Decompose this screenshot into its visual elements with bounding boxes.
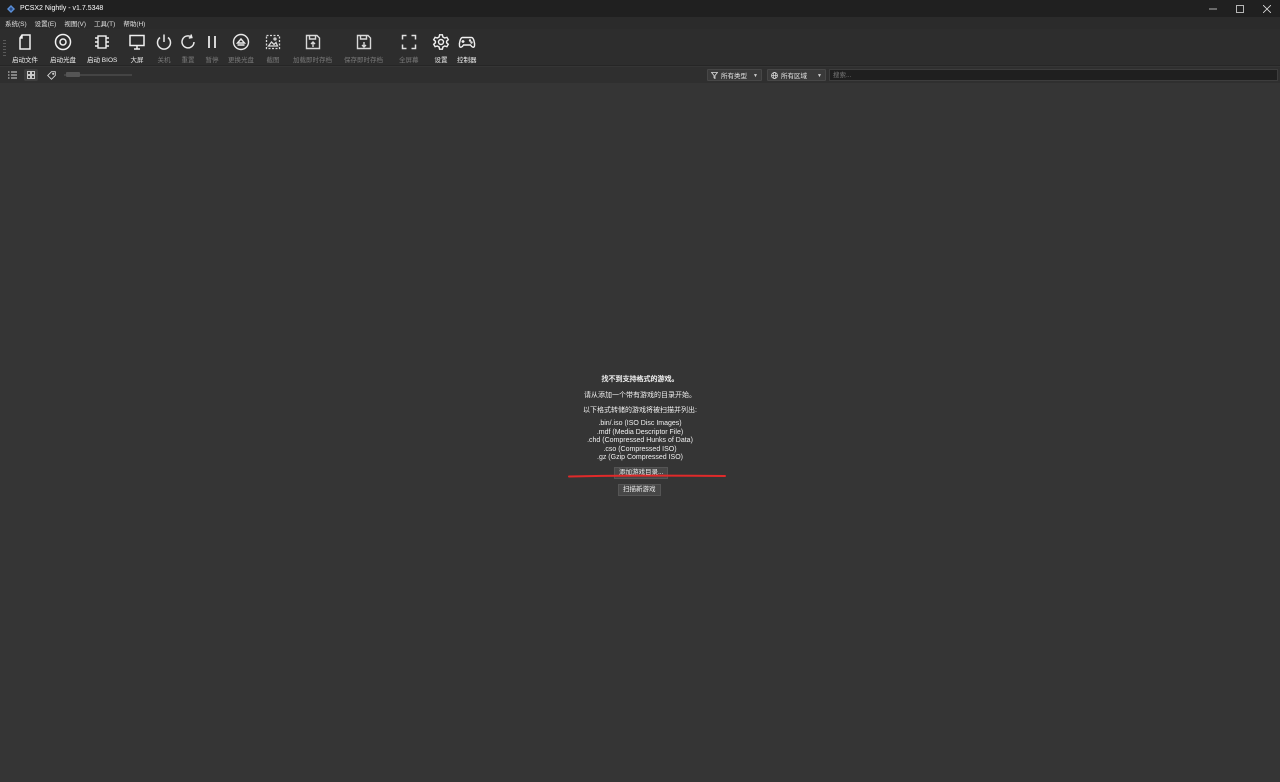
format-item: .gz (Gzip Compressed ISO) (597, 454, 683, 461)
menu-help[interactable]: 帮助(H) (123, 18, 145, 28)
change-disc-button[interactable]: 更换光盘 (228, 33, 254, 64)
settings-button[interactable]: 设置 (432, 33, 450, 64)
load-state-button[interactable]: 加载即时存档 (293, 33, 332, 64)
screenshot-icon (265, 34, 281, 50)
list-icon (7, 71, 17, 79)
grid-icon (27, 71, 35, 79)
type-filter-value: 所有类型 (721, 73, 747, 80)
menu-view[interactable]: 视图(V) (64, 18, 86, 28)
format-item: .cso (Compressed ISO) (603, 445, 677, 453)
eject-icon (232, 33, 250, 51)
gear-icon (432, 34, 450, 50)
save-state-button[interactable]: 保存即时存档 (344, 33, 383, 64)
screenshot-button[interactable]: 截图 (264, 33, 282, 64)
scan-new-games-button[interactable]: 扫描新游戏 (618, 484, 661, 496)
fullscreen-button[interactable]: 全屏幕 (399, 33, 419, 64)
refresh-icon (181, 34, 195, 49)
empty-state: 找不到支持格式的游戏。 请从添加一个带有游戏的目录开始。 以下格式转储的游戏将被… (540, 374, 740, 463)
format-item: .bin/.iso (ISO Disc Images) (598, 420, 682, 427)
maximize-button[interactable] (1226, 0, 1253, 17)
filter-icon (711, 71, 718, 79)
save-icon (356, 34, 371, 50)
power-icon (156, 34, 172, 50)
title-bar: PCSX2 Nightly - v1.7.5348 (0, 0, 1280, 17)
list-view-button[interactable] (5, 69, 19, 81)
formats-intro: 以下格式转储的游戏将被扫描并列出: (583, 407, 697, 414)
disc-icon (54, 33, 72, 51)
fullscreen-icon (401, 34, 416, 50)
view-bar: 所有类型 ▼ 所有区域 ▼ (0, 67, 1280, 83)
file-icon (19, 34, 31, 50)
pause-icon (208, 36, 216, 48)
empty-state-heading: 找不到支持格式的游戏。 (601, 376, 679, 383)
minimize-button[interactable] (1199, 0, 1226, 17)
minimize-icon (1208, 8, 1217, 9)
type-filter-dropdown[interactable]: 所有类型 ▼ (707, 69, 762, 81)
gamepad-icon (458, 36, 476, 48)
menu-bar: 系统(S) 设置(E) 视图(V) 工具(T) 帮助(H) (0, 17, 1280, 29)
globe-icon (771, 71, 778, 79)
grid-view-button[interactable] (24, 69, 38, 81)
format-item: .mdf (Media Descriptor File) (596, 428, 684, 436)
start-file-button[interactable]: 启动文件 (12, 33, 38, 64)
monitor-icon (129, 34, 145, 50)
load-save-icon (305, 34, 320, 50)
menu-settings[interactable]: 设置(E) (35, 18, 57, 28)
region-filter-value: 所有区域 (781, 73, 807, 80)
controllers-button[interactable]: 控制器 (457, 33, 477, 64)
big-picture-button[interactable]: 大屏 (128, 33, 146, 64)
toolbar-grip[interactable] (3, 40, 6, 56)
chevron-down-icon: ▼ (817, 73, 822, 79)
chip-icon (95, 35, 110, 49)
shutdown-button[interactable]: 关机 (155, 33, 173, 64)
start-disc-button[interactable]: 启动光盘 (50, 33, 76, 64)
format-item: .chd (Compressed Hunks of Data) (587, 437, 693, 444)
pcsx2-logo-icon (7, 4, 15, 13)
menu-tools[interactable]: 工具(T) (94, 18, 115, 28)
pause-button[interactable]: 暂停 (203, 33, 221, 64)
search-input[interactable] (829, 69, 1278, 81)
toolbar: 启动文件 启动光盘 启动 BIOS 大屏 关机 重置 暂停 更换光盘 截图 加载… (0, 29, 1280, 66)
cover-title-toggle-button[interactable] (44, 69, 58, 81)
chevron-down-icon: ▼ (753, 73, 758, 79)
start-bios-button[interactable]: 启动 BIOS (87, 33, 117, 64)
close-button[interactable] (1253, 0, 1280, 17)
window-title: PCSX2 Nightly - v1.7.5348 (20, 5, 104, 12)
format-list: .bin/.iso (ISO Disc Images) .mdf (Media … (540, 420, 740, 463)
region-filter-dropdown[interactable]: 所有区域 ▼ (767, 69, 826, 81)
empty-state-hint: 请从添加一个带有游戏的目录开始。 (584, 392, 696, 399)
red-underline-annotation (568, 474, 726, 478)
close-icon (1262, 4, 1271, 13)
menu-system[interactable]: 系统(S) (5, 18, 27, 28)
zoom-slider[interactable] (64, 72, 132, 77)
maximize-icon (1235, 4, 1244, 13)
zoom-slider-handle[interactable] (66, 72, 80, 77)
reset-button[interactable]: 重置 (179, 33, 197, 64)
tag-icon (46, 70, 56, 80)
